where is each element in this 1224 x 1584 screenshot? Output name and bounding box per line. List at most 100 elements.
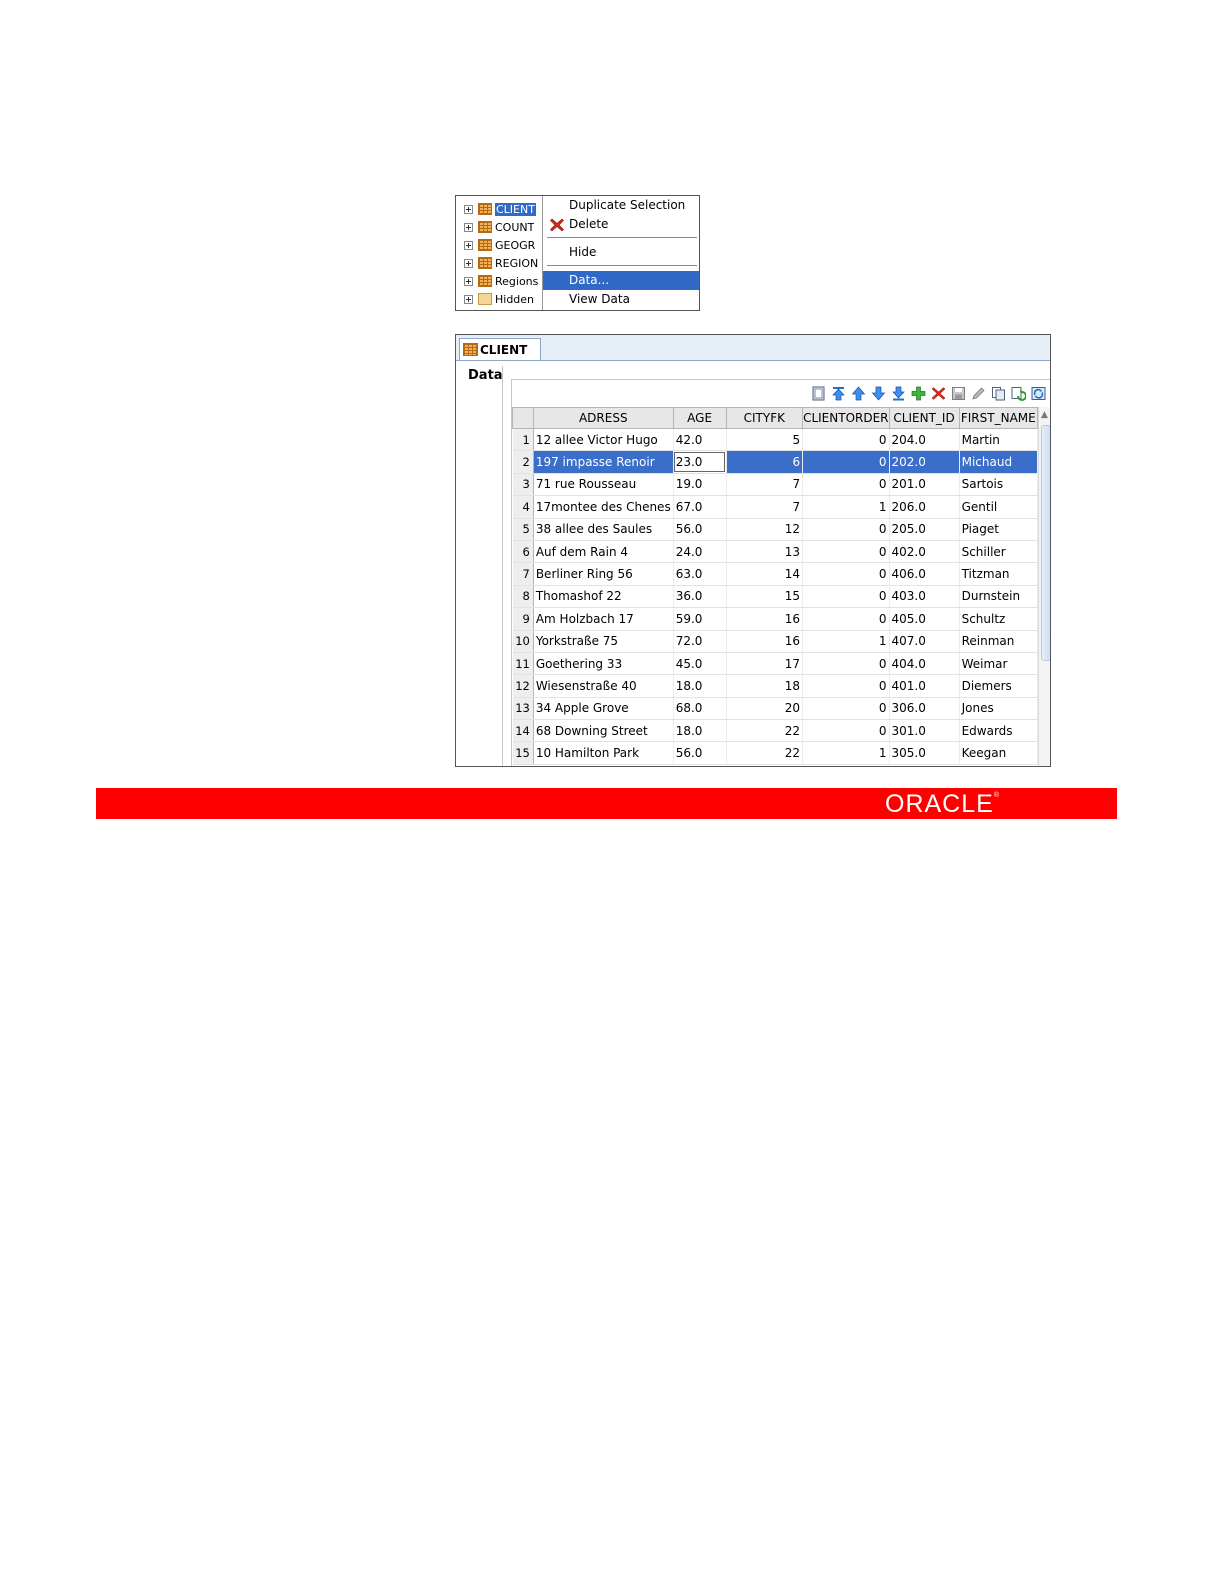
table-cell[interactable]: 0 <box>802 518 890 541</box>
table-cell[interactable]: 36.0 <box>673 585 727 609</box>
table-cell[interactable]: Gentil <box>959 495 1039 519</box>
table-row[interactable]: 6 Auf dem Rain 4 24.0 13 0 402.0 Schiller <box>512 540 1039 564</box>
table-cell[interactable]: 205.0 <box>889 518 960 541</box>
tree-item-regions[interactable]: Regions <box>464 273 544 289</box>
table-cell[interactable]: 56.0 <box>673 518 727 541</box>
table-cell[interactable]: 24.0 <box>673 540 727 564</box>
table-cell[interactable]: 405.0 <box>889 607 960 631</box>
add-row-icon[interactable] <box>908 383 928 403</box>
menu-item-delete[interactable]: Delete <box>543 215 699 234</box>
table-cell[interactable]: 19.0 <box>673 473 727 497</box>
table-cell[interactable]: Weimar <box>959 652 1039 676</box>
table-cell[interactable]: Wiesenstraße 40 <box>533 674 674 698</box>
save-icon[interactable] <box>948 383 968 403</box>
table-cell[interactable]: 45.0 <box>673 652 727 676</box>
table-cell[interactable]: Am Holzbach 17 <box>533 607 674 631</box>
table-cell[interactable]: 16 <box>726 607 804 631</box>
table-cell[interactable]: 68 Downing Street <box>533 719 674 743</box>
table-cell[interactable]: 72.0 <box>673 630 727 653</box>
table-cell[interactable]: Berliner Ring 56 <box>533 562 674 586</box>
table-cell[interactable]: 7 <box>726 473 804 497</box>
table-cell[interactable]: Thomashof 22 <box>533 585 674 609</box>
column-header-cityfk[interactable]: CITYFK <box>725 407 804 429</box>
table-row[interactable]: 4 17montee des Chenes 67.0 7 1 206.0 Gentil <box>512 495 1039 519</box>
scroll-up-icon[interactable]: ▲ <box>1041 410 1048 420</box>
table-cell[interactable]: 18.0 <box>673 674 727 698</box>
table-cell[interactable]: Sartois <box>959 473 1039 497</box>
table-cell[interactable]: 305.0 <box>889 741 960 765</box>
table-row[interactable]: 8 Thomashof 22 36.0 15 0 403.0 Durnstein <box>512 585 1039 609</box>
column-header-first-name[interactable]: FIRST_NAME <box>958 407 1039 429</box>
table-cell[interactable]: 13 <box>726 540 804 564</box>
table-cell[interactable]: 404.0 <box>889 652 960 676</box>
table-cell[interactable]: 0 <box>802 652 890 676</box>
table-cell[interactable]: 22 <box>726 719 804 743</box>
menu-item-view-data[interactable]: View Data <box>543 290 699 309</box>
copy-icon[interactable] <box>988 383 1008 403</box>
table-cell[interactable]: 401.0 <box>889 674 960 698</box>
table-row[interactable]: 12 Wiesenstraße 40 18.0 18 0 401.0 Diemers <box>512 674 1039 698</box>
tree-item-geogr[interactable]: GEOGR <box>464 237 544 253</box>
table-cell[interactable]: 63.0 <box>673 562 727 586</box>
expand-icon[interactable] <box>464 222 473 232</box>
table-cell[interactable]: Reinman <box>959 630 1039 653</box>
table-cell[interactable]: 7 <box>726 495 804 519</box>
column-header-clientorder[interactable]: CLIENTORDER <box>802 407 890 429</box>
table-cell[interactable]: 0 <box>802 585 890 609</box>
move-first-icon[interactable] <box>828 383 848 403</box>
table-cell[interactable]: 407.0 <box>889 630 960 653</box>
table-cell[interactable]: 306.0 <box>889 697 960 721</box>
table-cell[interactable]: 12 allee Victor Hugo <box>533 428 674 452</box>
table-cell[interactable]: 403.0 <box>889 585 960 609</box>
table-cell[interactable]: Schultz <box>959 607 1039 631</box>
table-cell[interactable]: 204.0 <box>889 428 960 452</box>
table-cell[interactable]: 18 <box>726 674 804 698</box>
table-cell[interactable]: 22 <box>726 741 804 765</box>
table-cell[interactable]: Yorkstraße 75 <box>533 630 674 653</box>
table-row[interactable]: 15 10 Hamilton Park 56.0 22 1 305.0 Keegan <box>512 741 1039 765</box>
table-row[interactable]: 5 38 allee des Saules 56.0 12 0 205.0 Piaget <box>512 518 1039 541</box>
expand-icon[interactable] <box>464 294 473 304</box>
table-cell[interactable]: 0 <box>802 562 890 586</box>
table-cell[interactable]: Piaget <box>959 518 1039 541</box>
table-cell[interactable]: 18.0 <box>673 719 727 743</box>
table-row[interactable]: 14 68 Downing Street 18.0 22 0 301.0 Edwards <box>512 719 1039 743</box>
table-cell[interactable]: 201.0 <box>889 473 960 497</box>
table-cell[interactable]: 1 <box>802 741 890 765</box>
table-cell[interactable]: 14 <box>726 562 804 586</box>
table-cell[interactable]: 67.0 <box>673 495 727 519</box>
table-cell[interactable]: 38 allee des Saules <box>533 518 674 541</box>
table-cell[interactable]: 1 <box>802 630 890 653</box>
tree-item-count[interactable]: COUNT <box>464 219 544 235</box>
menu-item-hide[interactable]: Hide <box>543 243 699 262</box>
table-cell[interactable]: Martin <box>959 428 1039 452</box>
table-cell[interactable]: 17 <box>726 652 804 676</box>
tab-client[interactable]: CLIENT <box>459 338 541 360</box>
table-cell[interactable]: Diemers <box>959 674 1039 698</box>
table-cell[interactable]: Keegan <box>959 741 1039 765</box>
expand-icon[interactable] <box>464 276 473 286</box>
table-cell[interactable]: 42.0 <box>673 428 727 452</box>
table-cell[interactable]: 197 impasse Renoir <box>533 450 674 474</box>
table-cell[interactable]: 202.0 <box>889 450 960 474</box>
table-cell[interactable]: 301.0 <box>889 719 960 743</box>
table-cell[interactable]: 16 <box>726 630 804 653</box>
column-header-client-id[interactable]: CLIENT_ID <box>888 407 960 429</box>
vertical-scrollbar[interactable]: ▲ <box>1038 407 1050 766</box>
table-cell[interactable]: Auf dem Rain 4 <box>533 540 674 564</box>
edit-icon[interactable] <box>968 383 988 403</box>
table-cell[interactable]: 0 <box>802 473 890 497</box>
table-row[interactable]: 3 71 rue Rousseau 19.0 7 0 201.0 Sartois <box>512 473 1039 497</box>
delete-row-icon[interactable] <box>928 383 948 403</box>
table-row[interactable]: 11 Goethering 33 45.0 17 0 404.0 Weimar <box>512 652 1039 676</box>
table-cell[interactable]: 0 <box>802 428 890 452</box>
table-cell[interactable]: 0 <box>802 607 890 631</box>
table-cell[interactable]: Schiller <box>959 540 1039 564</box>
table-cell[interactable]: 68.0 <box>673 697 727 721</box>
table-row[interactable]: 7 Berliner Ring 56 63.0 14 0 406.0 Titzman <box>512 562 1039 586</box>
table-cell[interactable]: Durnstein <box>959 585 1039 609</box>
table-cell[interactable]: Goethering 33 <box>533 652 674 676</box>
expand-icon[interactable] <box>464 258 473 268</box>
expand-icon[interactable] <box>464 240 473 250</box>
expand-icon[interactable] <box>464 204 473 214</box>
